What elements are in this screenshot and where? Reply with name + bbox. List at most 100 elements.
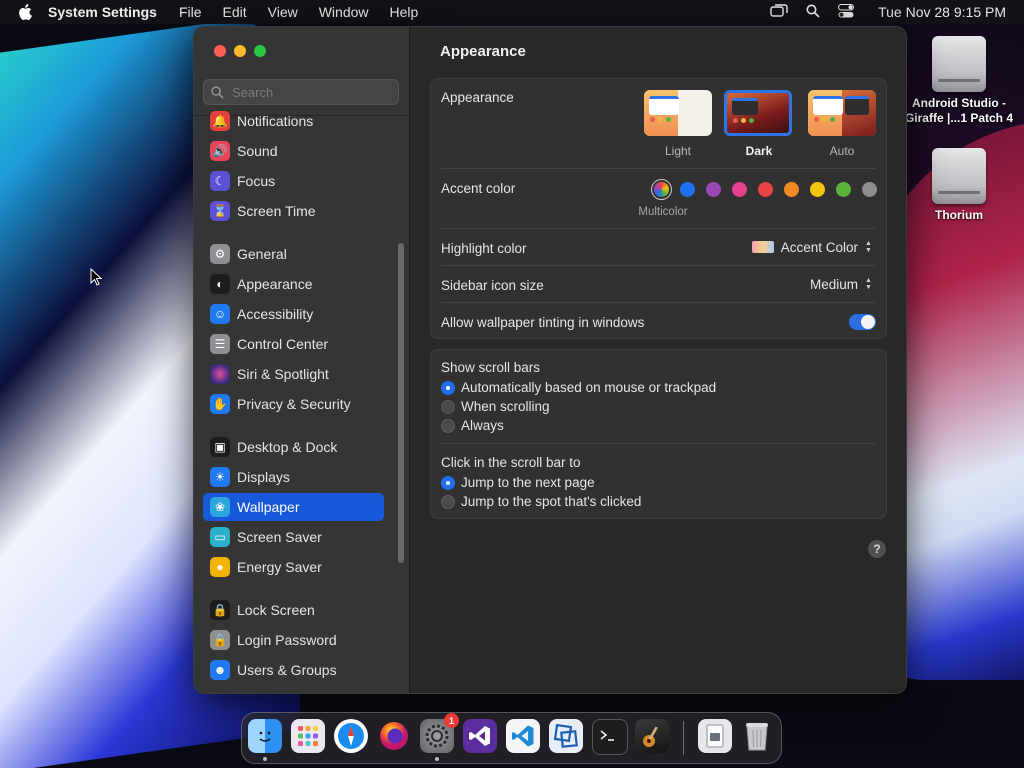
chevron-updown-icon: ▲ ▼ xyxy=(865,240,872,254)
radio-button[interactable] xyxy=(441,418,455,433)
sidebar-icon-size-popup[interactable]: Medium ▲ ▼ xyxy=(810,276,874,292)
appearance-light-label: Light xyxy=(664,144,692,158)
sidebar-item-lock-screen[interactable]: 🔒 Lock Screen xyxy=(203,596,384,624)
menu-clock[interactable]: Tue Nov 28 9:15 PM xyxy=(878,4,1006,20)
system-settings-window: 🔔 Notifications 🔊 Sound ☾ Focus ⌛ Screen… xyxy=(193,26,907,694)
accent-swatch-graphite[interactable] xyxy=(862,182,877,197)
terminal-icon[interactable] xyxy=(592,719,628,755)
lock-icon: 🔒 xyxy=(210,600,230,620)
system-settings-icon[interactable]: 1 xyxy=(420,713,459,753)
radio-button-selected[interactable] xyxy=(441,380,455,395)
radio-label: Always xyxy=(461,418,504,433)
virtualbox-icon[interactable] xyxy=(549,719,583,753)
click-scroll-option-spot-clicked[interactable]: Jump to the spot that's clicked xyxy=(441,494,641,509)
accent-swatch-blue[interactable] xyxy=(680,182,695,197)
radio-button[interactable] xyxy=(441,494,455,509)
firefox-icon[interactable] xyxy=(377,719,411,753)
click-scroll-option-next-page[interactable]: Jump to the next page xyxy=(441,475,595,490)
sidebar-item-accessibility[interactable]: ☺ Accessibility xyxy=(203,300,384,328)
sidebar-item-label: Displays xyxy=(237,469,290,485)
highlight-color-popup[interactable]: Accent Color ▲ ▼ xyxy=(751,239,874,255)
search-icon xyxy=(211,85,224,99)
appearance-option-light[interactable] xyxy=(644,90,712,136)
help-button[interactable]: ? xyxy=(868,540,886,558)
accent-swatch-pink[interactable] xyxy=(732,182,747,197)
desktop-item-android-studio[interactable]: Android Studio - Giraffe |...1 Patch 4 xyxy=(899,36,1019,126)
sidebar-item-focus[interactable]: ☾ Focus xyxy=(203,167,384,195)
accent-swatch-multicolor[interactable] xyxy=(654,182,669,197)
sidebar-item-desktop-dock[interactable]: ▣ Desktop & Dock xyxy=(203,433,384,461)
sidebar-item-screen-saver[interactable]: ▭ Screen Saver xyxy=(203,523,384,551)
show-scroll-bars-label: Show scroll bars xyxy=(441,360,541,375)
menu-view[interactable]: View xyxy=(268,4,298,20)
drive-icon xyxy=(932,148,986,204)
sidebar-item-notifications[interactable]: 🔔 Notifications xyxy=(203,107,384,135)
sidebar-item-label: Control Center xyxy=(237,336,329,352)
sidebar-item-users-groups[interactable]: ☻ Users & Groups xyxy=(203,656,384,684)
vscode-icon[interactable] xyxy=(506,719,540,753)
scroll-bars-group: Show scroll bars Automatically based on … xyxy=(430,349,887,519)
sidebar-item-displays[interactable]: ☀ Displays xyxy=(203,463,384,491)
sidebar-item-appearance[interactable]: ◐ Appearance xyxy=(203,270,384,298)
window-controls xyxy=(214,45,266,57)
preview-icon[interactable] xyxy=(698,719,732,753)
menu-bar: System Settings File Edit View Window He… xyxy=(0,0,1024,24)
menu-help[interactable]: Help xyxy=(390,4,419,20)
accent-swatch-red[interactable] xyxy=(758,182,773,197)
sidebar-item-privacy-security[interactable]: ✋ Privacy & Security xyxy=(203,390,384,418)
accent-swatch-purple[interactable] xyxy=(706,182,721,197)
search-input[interactable] xyxy=(230,83,384,101)
sidebar-item-wallpaper[interactable]: ❀ Wallpaper xyxy=(203,493,384,521)
close-button[interactable] xyxy=(214,45,226,57)
menu-app-name[interactable]: System Settings xyxy=(48,4,157,20)
scroll-bars-option-when-scrolling[interactable]: When scrolling xyxy=(441,399,550,414)
sidebar-scrollbar[interactable] xyxy=(398,243,404,563)
launchpad-icon[interactable] xyxy=(291,719,325,753)
sidebar-search[interactable] xyxy=(203,79,399,105)
menu-window[interactable]: Window xyxy=(319,4,369,20)
trash-icon[interactable] xyxy=(740,719,774,753)
spotlight-search-icon[interactable] xyxy=(806,4,820,21)
minimize-button[interactable] xyxy=(234,45,246,57)
accent-color-swatches xyxy=(654,182,894,202)
screensaver-icon: ▭ xyxy=(210,527,230,547)
sidebar-item-sound[interactable]: 🔊 Sound xyxy=(203,137,384,165)
sidebar-item-energy-saver[interactable]: ● Energy Saver xyxy=(203,553,384,581)
sidebar-item-login-password[interactable]: 🔒 Login Password xyxy=(203,626,384,654)
accent-swatch-yellow[interactable] xyxy=(810,182,825,197)
menu-edit[interactable]: Edit xyxy=(223,4,247,20)
accent-swatch-orange[interactable] xyxy=(784,182,799,197)
sidebar-item-label: Login Password xyxy=(237,632,337,648)
instruments-icon[interactable] xyxy=(635,719,669,753)
zoom-button[interactable] xyxy=(254,45,266,57)
menu-file[interactable]: File xyxy=(179,4,202,20)
appearance-option-dark[interactable] xyxy=(724,90,792,136)
running-indicator xyxy=(263,757,267,761)
dock-separator xyxy=(683,721,684,755)
scroll-bars-option-auto[interactable]: Automatically based on mouse or trackpad xyxy=(441,380,716,395)
sidebar-item-control-center[interactable]: ☰ Control Center xyxy=(203,330,384,358)
desktop-item-thorium[interactable]: Thorium xyxy=(899,148,1019,222)
sidebar-item-general[interactable]: ⚙ General xyxy=(203,240,384,268)
drive-icon xyxy=(932,36,986,92)
visual-studio-icon[interactable] xyxy=(463,719,497,753)
sidebar-item-label: Accessibility xyxy=(237,306,314,322)
radio-button[interactable] xyxy=(441,399,455,414)
sidebar-item-siri-spotlight[interactable]: Siri & Spotlight xyxy=(203,360,384,388)
bell-icon: 🔔 xyxy=(210,111,230,131)
sidebar-item-label: Siri & Spotlight xyxy=(237,366,329,382)
radio-button-selected[interactable] xyxy=(441,475,455,490)
scroll-bars-option-always[interactable]: Always xyxy=(441,418,504,433)
radio-label: Automatically based on mouse or trackpad xyxy=(461,380,717,395)
sidebar-item-label: Sound xyxy=(237,143,278,159)
wallpaper-tinting-toggle[interactable] xyxy=(849,314,876,330)
screen-mirroring-icon[interactable] xyxy=(770,3,788,21)
accent-swatch-green[interactable] xyxy=(836,182,851,197)
finder-icon[interactable] xyxy=(248,719,282,753)
dock-icon: ▣ xyxy=(210,437,230,457)
apple-menu-icon[interactable] xyxy=(18,4,34,20)
control-center-icon[interactable] xyxy=(838,3,855,21)
sidebar-item-screen-time[interactable]: ⌛ Screen Time xyxy=(203,197,384,225)
appearance-option-auto[interactable] xyxy=(808,90,876,136)
safari-icon[interactable] xyxy=(334,719,368,753)
